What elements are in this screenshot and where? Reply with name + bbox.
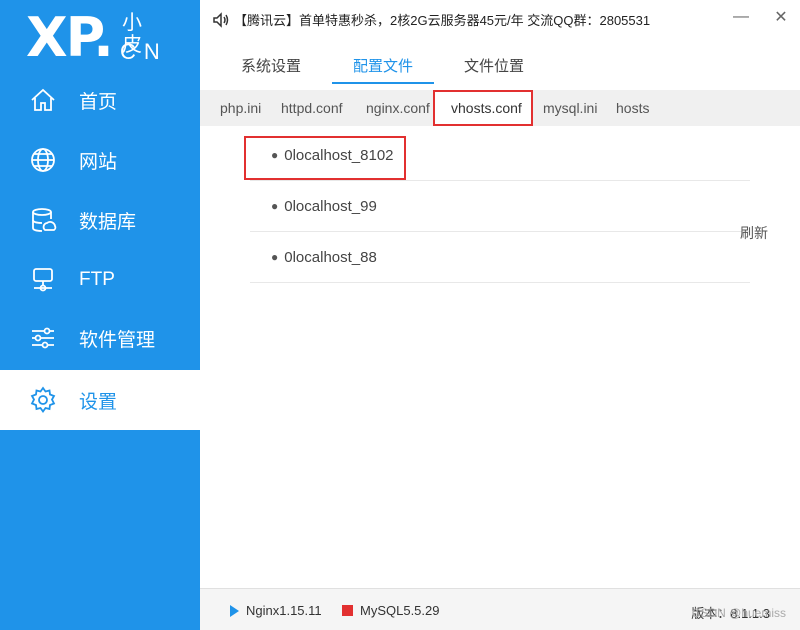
file-name: 0localhost_8102 [284,146,394,164]
gear-icon [27,384,59,416]
play-icon [230,604,239,617]
subtab-hosts[interactable]: hosts [616,90,649,126]
stop-icon [342,605,353,616]
home-icon [27,84,59,116]
subtab-mysql-ini[interactable]: mysql.ini [543,90,597,126]
sidebar-item-software[interactable]: 软件管理 [0,308,200,368]
nginx-version: Nginx1.15.11 [246,603,322,618]
sidebar-item-settings[interactable]: 设置 [0,370,200,430]
mysql-status[interactable]: MySQL5.5.29 [342,603,440,618]
tab-system-settings[interactable]: 系统设置 [240,50,302,84]
globe-icon [27,144,59,176]
close-icon[interactable]: ✕ [772,8,790,26]
bullet: ● [271,250,279,264]
sliders-icon [27,322,59,354]
subtab-php-ini[interactable]: php.ini [220,90,261,126]
bullet: ● [271,199,279,213]
status-bar: Nginx1.15.11 MySQL5.5.29 版本：8.1.1.3 CSDN… [200,588,800,630]
mysql-version: MySQL5.5.29 [360,603,440,618]
sidebar: XP. 小皮 CN 首页 网站 数据库 FTP 软件管理 设置 [0,0,200,630]
sidebar-item-database[interactable]: 数据库 [0,190,200,250]
list-item[interactable]: ● 0localhost_88 [250,232,750,283]
list-item[interactable]: ● 0localhost_99 [250,181,750,232]
config-file-tabs: php.ini httpd.conf nginx.conf vhosts.con… [200,90,800,126]
announcement-text: 【腾讯云】首单特惠秒杀，2核2G云服务器45元/年 交流QQ群：2805531 [234,13,651,28]
tab-file-location[interactable]: 文件位置 [463,50,525,84]
file-name: 0localhost_88 [284,248,377,266]
sidebar-item-ftp[interactable]: FTP [0,250,200,310]
sidebar-item-label: 首页 [79,91,118,113]
sidebar-item-label: 网站 [79,151,118,173]
sidebar-item-label: 数据库 [79,211,137,233]
database-icon [27,204,59,236]
refresh-button[interactable]: 刷新 [740,223,768,243]
ftp-server-icon [27,264,59,296]
sidebar-item-label: 软件管理 [79,329,156,351]
logo-domain-text: CN [120,39,168,64]
sidebar-item-home[interactable]: 首页 [0,70,200,130]
file-name: 0localhost_99 [284,197,377,215]
subtab-nginx-conf[interactable]: nginx.conf [366,90,430,126]
vhost-file-list: ● 0localhost_8102 ● 0localhost_99 ● 0loc… [250,130,750,283]
sidebar-item-website[interactable]: 网站 [0,130,200,190]
main-panel: 【腾讯云】首单特惠秒杀，2核2G云服务器45元/年 交流QQ群：2805531 … [200,0,800,630]
watermark: CSDN @huemiss [691,606,786,620]
logo-main-text: XP. [26,6,114,69]
tab-config-files[interactable]: 配置文件 [332,50,434,84]
sidebar-item-label: FTP [79,269,115,290]
announcement[interactable]: 【腾讯云】首单特惠秒杀，2核2G云服务器45元/年 交流QQ群：2805531 [212,10,650,29]
list-item[interactable]: ● 0localhost_8102 [250,130,750,181]
nginx-status[interactable]: Nginx1.15.11 [230,603,322,618]
title-bar: 【腾讯云】首单特惠秒杀，2核2G云服务器45元/年 交流QQ群：2805531 … [200,0,800,38]
sidebar-item-label: 设置 [79,391,118,413]
subtab-httpd-conf[interactable]: httpd.conf [281,90,343,126]
subtab-vhosts-conf[interactable]: vhosts.conf [435,90,531,126]
settings-tabs: 系统设置 配置文件 文件位置 [200,50,800,86]
speaker-icon [213,11,229,28]
bullet: ● [271,148,279,162]
minimize-icon[interactable]: — [732,8,750,26]
